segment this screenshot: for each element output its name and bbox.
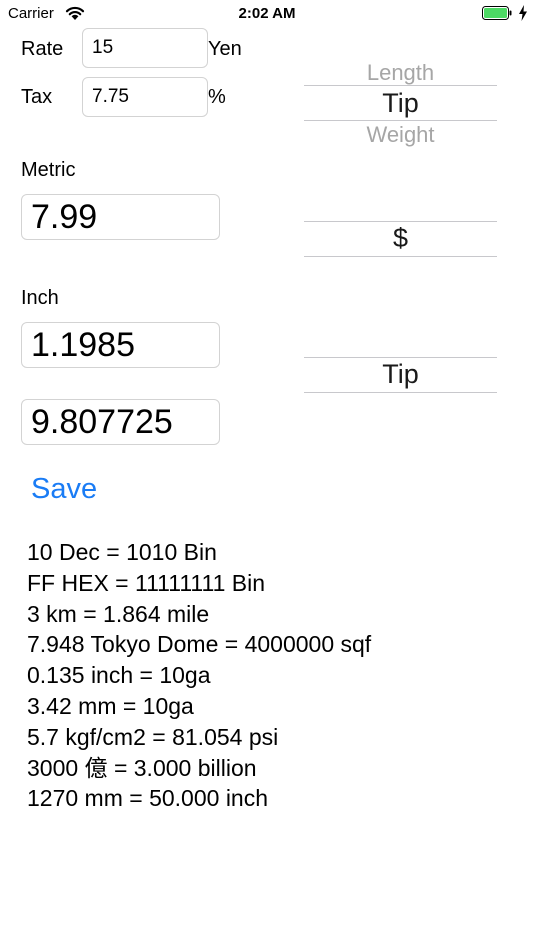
picker-divider xyxy=(304,357,497,358)
inch-unit-selected[interactable]: Tip xyxy=(304,359,497,390)
history-item: 3 km = 1.864 mile xyxy=(27,600,210,627)
charging-bolt-icon xyxy=(519,5,527,21)
picker-divider xyxy=(304,392,497,393)
inch-unit-picker[interactable]: Tip xyxy=(304,354,497,396)
history-item: 5.7 kgf/cm2 = 81.054 psi xyxy=(27,723,279,750)
history-item: 3000 億 = 3.000 billion xyxy=(27,754,257,781)
save-button[interactable]: Save xyxy=(31,473,97,506)
metric-unit-selected[interactable]: $ xyxy=(304,223,497,254)
rate-unit-label: Yen xyxy=(208,38,242,60)
rate-label: Rate xyxy=(21,38,64,60)
rate-input[interactable]: 15 xyxy=(82,28,208,68)
tax-input[interactable]: 7.75 xyxy=(82,77,208,117)
history-item: 7.948 Tokyo Dome = 4000000 sqf xyxy=(27,631,372,658)
picker-divider xyxy=(304,221,497,222)
result-field[interactable]: 9.807725 xyxy=(21,399,220,445)
picker-option-below[interactable]: Weight xyxy=(304,122,497,148)
conversion-history-list: 10 Dec = 1010 Bin FF HEX = 11111111 Bin … xyxy=(27,537,371,814)
picker-option-selected[interactable]: Tip xyxy=(304,88,497,119)
history-item: 10 Dec = 1010 Bin xyxy=(27,539,217,565)
metric-unit-picker[interactable]: $ xyxy=(304,218,497,260)
history-item: 3.42 mm = 10ga xyxy=(27,692,194,719)
picker-divider xyxy=(304,85,497,86)
picker-divider xyxy=(304,120,497,121)
battery-icon xyxy=(482,6,512,20)
tax-label: Tax xyxy=(21,86,53,108)
picker-option-above[interactable]: Length xyxy=(304,60,497,86)
picker-divider xyxy=(304,256,497,257)
metric-label: Metric xyxy=(21,159,76,181)
tax-unit-label: % xyxy=(208,86,226,108)
category-picker[interactable]: Length Tip Weight xyxy=(304,58,497,150)
metric-input[interactable]: 7.99 xyxy=(21,194,220,240)
status-time: 2:02 AM xyxy=(238,5,296,22)
inch-input[interactable]: 1.1985 xyxy=(21,322,220,368)
app-screen: Carrier 2:02 AM Rate 15 Yen Tax 7.75 % L… xyxy=(0,0,534,950)
inch-label: Inch xyxy=(21,287,59,309)
history-item: FF HEX = 11111111 Bin xyxy=(27,569,266,596)
history-item: 0.135 inch = 10ga xyxy=(27,662,211,689)
history-item: 1270 mm = 50.000 inch xyxy=(27,785,269,812)
